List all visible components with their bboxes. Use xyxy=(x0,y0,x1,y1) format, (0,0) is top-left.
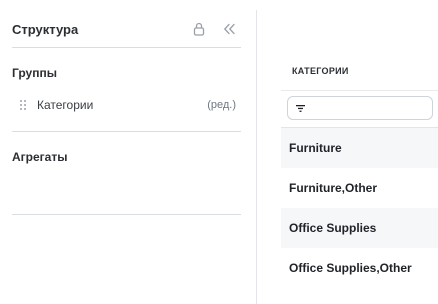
filter-icon xyxy=(296,103,306,113)
table-row[interactable]: Office Supplies,Other xyxy=(281,248,438,288)
structure-header: Структура xyxy=(12,20,241,38)
structure-panel: Структура Группы Категории (ред.) Агрега… xyxy=(0,0,256,304)
panel-vertical-divider xyxy=(256,10,257,304)
aggregates-section-label: Агрегаты xyxy=(12,150,68,164)
table-body: Furniture Furniture,Other Office Supplie… xyxy=(281,128,438,288)
groups-divider xyxy=(12,131,241,132)
aggregates-divider xyxy=(12,214,241,215)
data-table: КАТЕГОРИИ Furniture Furniture,Other Offi… xyxy=(281,0,438,304)
group-item-label: Категории xyxy=(37,98,94,112)
structure-title: Структура xyxy=(12,21,79,37)
drag-handle-icon[interactable] xyxy=(20,99,28,111)
groups-section-label: Группы xyxy=(12,66,57,80)
header-actions xyxy=(191,20,237,38)
table-row[interactable]: Furniture xyxy=(281,128,438,168)
table-row[interactable]: Furniture,Other xyxy=(281,168,438,208)
edit-group-link[interactable]: (ред.) xyxy=(207,99,236,111)
column-header-divider xyxy=(281,90,438,91)
group-item-categories[interactable]: Категории (ред.) xyxy=(20,96,236,114)
double-chevron-left-icon[interactable] xyxy=(221,21,237,37)
header-divider xyxy=(12,47,241,48)
table-row[interactable]: Office Supplies xyxy=(281,208,438,248)
column-filter-input[interactable] xyxy=(287,96,433,120)
lock-icon[interactable] xyxy=(191,21,207,37)
column-header-categories[interactable]: КАТЕГОРИИ xyxy=(292,66,349,76)
